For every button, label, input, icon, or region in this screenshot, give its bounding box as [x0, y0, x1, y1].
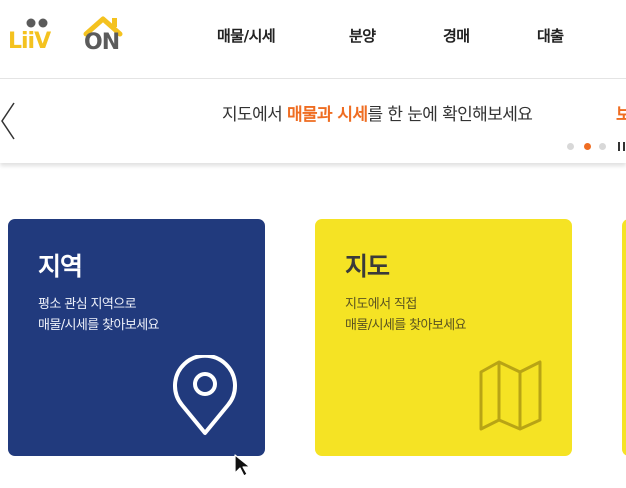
- map-search-card[interactable]: 지도 지도에서 직접 매물/시세를 찾아보세요: [315, 219, 572, 456]
- carousel-dot-active[interactable]: [584, 143, 591, 150]
- chevron-left-icon[interactable]: [0, 101, 16, 141]
- pause-icon[interactable]: [618, 142, 626, 151]
- card-description: 지도에서 직접 매물/시세를 찾아보세요: [345, 297, 467, 333]
- location-pin-icon: [173, 355, 237, 435]
- card-description: 평소 관심 지역으로 매물/시세를 찾아보세요: [38, 297, 160, 333]
- nav-item-loan[interactable]: 대출: [537, 25, 564, 46]
- nav-item-presale[interactable]: 분양: [349, 25, 376, 46]
- site-header: LiiV ON 매물/시세 분양 경매 대출: [0, 0, 626, 78]
- nav-item-listings[interactable]: 매물/시세: [217, 25, 276, 46]
- carousel-dot[interactable]: [567, 143, 574, 150]
- mouse-cursor-icon: [234, 454, 251, 477]
- next-slide-peek: 보: [616, 105, 626, 125]
- banner-text-before: 지도에서: [222, 105, 287, 125]
- card-title: 지도: [345, 252, 390, 281]
- nav-item-auction[interactable]: 경매: [443, 25, 470, 46]
- banner-text-after: 를 한 눈에 확인해보세요: [367, 105, 533, 125]
- logo-liiv-text: LiiV: [8, 29, 51, 54]
- banner-text-highlight: 매물과 시세: [286, 105, 368, 125]
- carousel-dot[interactable]: [599, 143, 606, 150]
- liiv-on-logo[interactable]: LiiV ON: [6, 14, 130, 54]
- card-title: 지역: [38, 252, 83, 281]
- banner-message[interactable]: 지도에서 매물과 시세를 한 눈에 확인해보세요: [222, 100, 533, 125]
- region-search-card[interactable]: 지역 평소 관심 지역으로 매물/시세를 찾아보세요: [8, 219, 265, 456]
- folded-map-icon: [479, 360, 542, 431]
- next-card-peek[interactable]: [622, 219, 626, 456]
- logo-on-text: ON: [84, 30, 119, 54]
